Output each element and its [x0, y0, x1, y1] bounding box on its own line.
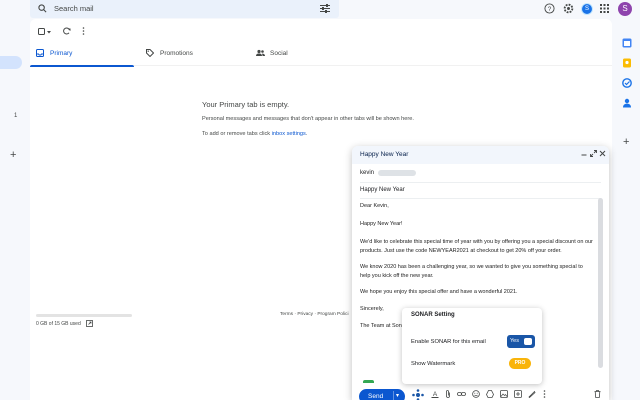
svg-text:?: ? [548, 6, 552, 13]
toggle-knob [524, 338, 532, 345]
toggle-value: Yes [510, 338, 519, 344]
svg-text:A: A [433, 391, 438, 398]
body-line: We know 2020 has been a challenging year… [360, 264, 583, 270]
compose-header[interactable]: Happy New Year [352, 146, 609, 164]
inbox-icon [36, 49, 44, 59]
unread-count: 1 [14, 113, 18, 119]
insert-photo-icon[interactable] [500, 390, 508, 400]
close-icon[interactable] [599, 150, 606, 159]
profile-badge[interactable]: S [581, 3, 593, 15]
add-label-icon[interactable]: + [10, 149, 16, 161]
tab-label: Promotions [160, 50, 193, 57]
contacts-icon[interactable] [622, 98, 632, 110]
open-storage-icon[interactable] [86, 320, 93, 329]
search-options-icon[interactable] [320, 4, 330, 15]
drive-icon[interactable] [486, 390, 494, 400]
body-line: Sincerely, [360, 306, 384, 312]
subject-field[interactable]: Happy New Year [360, 183, 601, 199]
minimize-icon[interactable] [581, 149, 587, 159]
storage-text: 0 GB of 15 GB used [36, 321, 81, 327]
settings-icon[interactable] [563, 3, 574, 16]
sonar-settings-title: SONAR Setting [411, 312, 455, 318]
tab-primary[interactable]: Primary [30, 41, 134, 67]
privacy-link[interactable]: Privacy [297, 312, 313, 317]
body-line: We hope you enjoy this special offer and… [360, 289, 518, 295]
account-avatar[interactable]: S [618, 2, 632, 16]
subject-value: Happy New Year [360, 187, 405, 193]
profile-letter: S [582, 4, 592, 14]
hint-suffix: . [305, 131, 308, 137]
recipient-value: kevin [360, 170, 375, 176]
enable-sonar-label: Enable SONAR for this email [411, 339, 486, 345]
send-divider [393, 391, 394, 400]
body-line: The Team at Sona [360, 323, 405, 329]
sonar-extension-icon[interactable] [412, 389, 424, 400]
tag-icon [146, 49, 155, 59]
inbox-settings-link[interactable]: inbox settings [272, 131, 306, 137]
discard-draft-icon[interactable] [594, 390, 601, 400]
hint-prefix: To add or remove tabs click [202, 131, 272, 137]
footer-links: Terms · Privacy · Program Polici [280, 312, 349, 317]
send-options-icon[interactable]: ▾ [396, 392, 399, 399]
people-icon [256, 49, 265, 59]
empty-state-title: Your Primary tab is empty. [202, 100, 290, 109]
body-line: products. Just use the code NEWYEAR2021 … [360, 248, 562, 254]
empty-state-text: Personal messages and messages that don'… [202, 116, 414, 122]
emoji-icon[interactable] [472, 390, 480, 400]
keep-icon[interactable] [622, 58, 632, 70]
send-label: Send [368, 393, 384, 400]
fullscreen-icon[interactable] [590, 150, 597, 159]
pro-badge[interactable]: PRO [509, 358, 531, 369]
signature-icon[interactable] [528, 390, 536, 400]
sonar-settings-popup: SONAR Setting Enable SONAR for this emai… [402, 308, 542, 384]
confidential-mode-icon[interactable] [514, 390, 522, 400]
tab-label: Social [270, 50, 288, 57]
select-dropdown-icon[interactable] [47, 29, 51, 36]
inbox-nav-item[interactable] [0, 56, 22, 69]
refresh-icon[interactable] [63, 27, 71, 37]
enable-sonar-toggle[interactable]: Yes [507, 335, 535, 348]
apps-grid-icon[interactable] [600, 4, 609, 15]
search-icon[interactable] [38, 4, 47, 15]
tab-promotions[interactable]: Promotions [140, 41, 244, 66]
tab-social[interactable]: Social [250, 41, 354, 66]
redacted-email [378, 170, 416, 176]
more-compose-options-icon[interactable] [543, 390, 546, 400]
search-input[interactable]: Search mail [54, 4, 94, 13]
compose-title: Happy New Year [360, 151, 409, 158]
attach-icon[interactable] [445, 390, 451, 400]
body-line: We'd like to celebrate this special time… [360, 239, 593, 245]
formatting-icon[interactable]: A [431, 390, 439, 400]
terms-link[interactable]: Terms [280, 312, 293, 317]
body-scrollbar[interactable] [598, 198, 603, 368]
body-line: help you kick off the new year. [360, 273, 434, 279]
tracking-indicator [363, 380, 374, 383]
search-bar[interactable]: Search mail [30, 0, 339, 18]
tasks-icon[interactable] [622, 78, 632, 90]
show-watermark-label: Show Watermark [411, 361, 456, 367]
link-icon[interactable] [457, 390, 466, 400]
category-tabs: Primary Promotions Social [30, 41, 612, 67]
program-policies-link[interactable]: Program Polici [317, 312, 348, 317]
get-addons-icon[interactable]: + [623, 136, 629, 148]
top-bar: Search mail ? S S [0, 0, 640, 19]
calendar-icon[interactable] [622, 38, 632, 50]
more-options-icon[interactable] [82, 27, 85, 37]
help-icon[interactable]: ? [544, 3, 555, 16]
send-button[interactable]: Send ▾ [359, 389, 405, 400]
empty-state-hint: To add or remove tabs click inbox settin… [202, 131, 307, 137]
tab-label: Primary [50, 50, 73, 57]
body-line: Dear Kevin, [360, 203, 389, 209]
select-all-checkbox[interactable] [38, 28, 45, 37]
body-line: Happy New Year! [360, 221, 403, 227]
recipients-field[interactable]: kevin [360, 167, 601, 183]
storage-meter [36, 314, 132, 317]
